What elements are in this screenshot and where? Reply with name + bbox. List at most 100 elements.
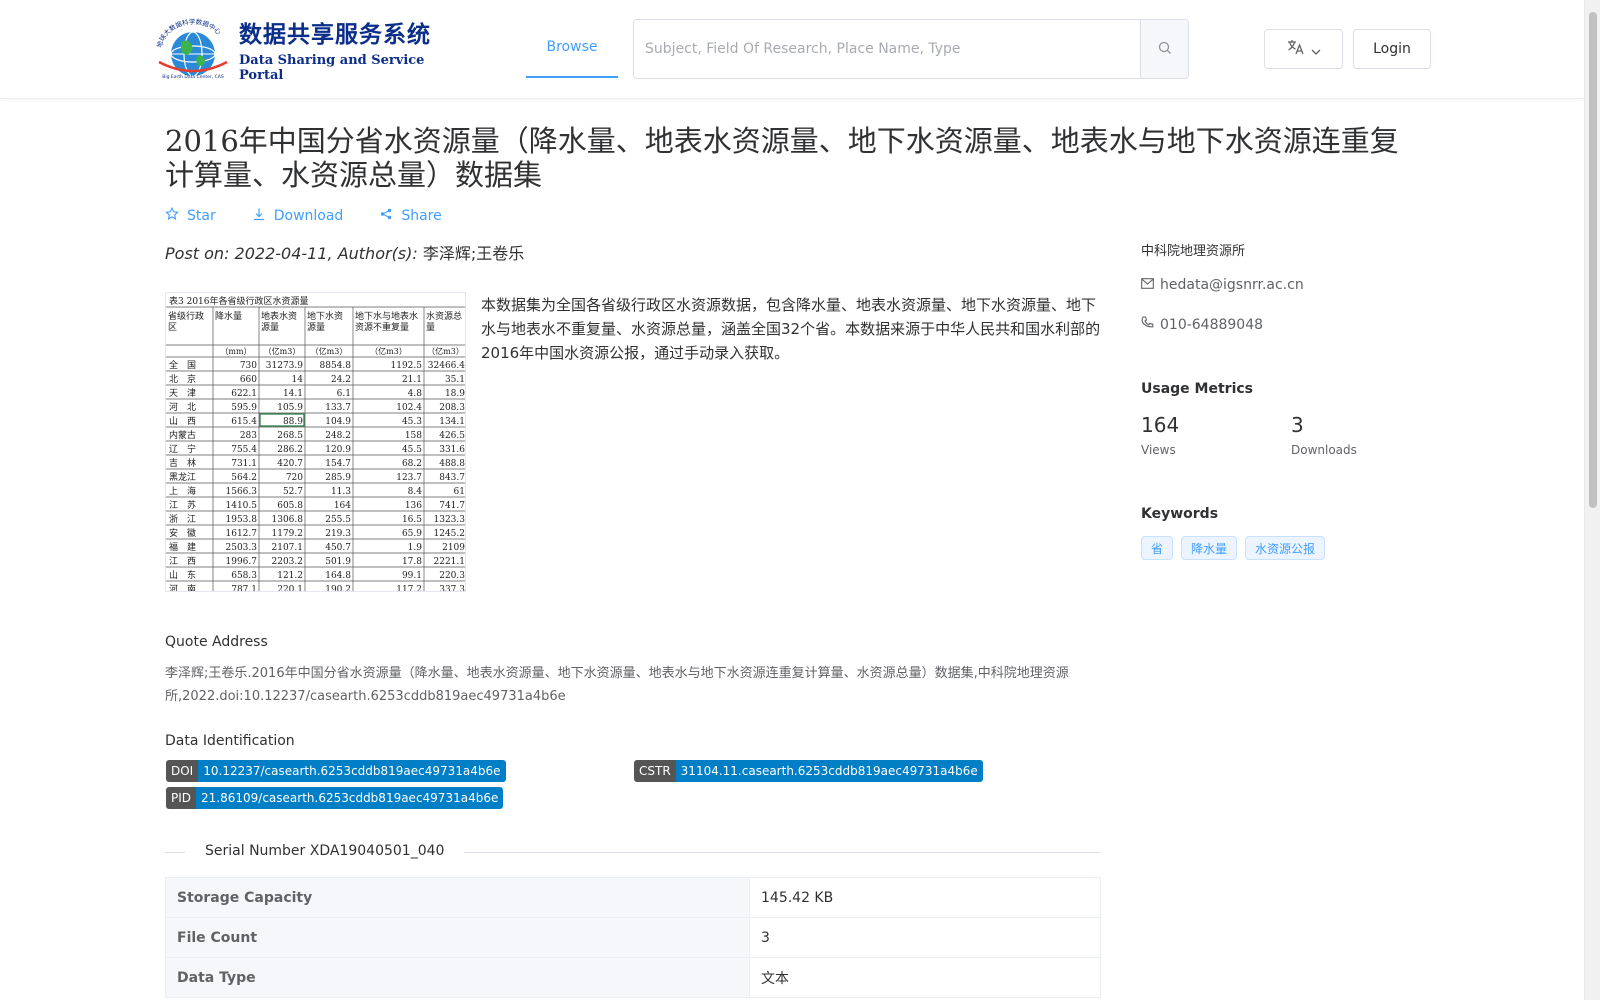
page-scrollbar[interactable] (1584, 0, 1600, 1000)
views-metric: 164 Views (1141, 413, 1179, 457)
doi-badge[interactable]: DOI 10.12237/casearth.6253cddb819aec4973… (166, 760, 506, 782)
language-switch-button[interactable] (1264, 29, 1343, 69)
thumbnail-cell: 14.1 (283, 389, 303, 399)
star-icon (165, 206, 179, 225)
property-key: Storage Capacity (165, 877, 750, 918)
logo-title-cn: 数据共享服务系统 (239, 21, 431, 48)
thumbnail-cell: 16.5 (402, 515, 422, 525)
keyword-tag[interactable]: 水资源公报 (1245, 536, 1326, 560)
organization-name: 中科院地理资源所 (1141, 244, 1246, 259)
thumbnail-cell: 208.3 (439, 403, 465, 413)
star-button[interactable]: Star (165, 206, 216, 226)
dataset-thumbnail[interactable]: 表3 2016年各省级行政区水资源量 省级行政区降水量 地表水资 源量 地下水资 源量 地下… (165, 292, 466, 592)
thumbnail-cell: 595.9 (231, 403, 257, 413)
thumbnail-cell: 6.1 (337, 389, 351, 399)
thumbnail-cell: 219.3 (325, 529, 351, 539)
thumbnail-unit: （亿m3） (264, 346, 301, 356)
thumbnail-cell: 755.4 (231, 445, 257, 455)
thumbnail-cell: 133.7 (325, 403, 351, 413)
thumbnail-cell: 北 京 (169, 373, 196, 385)
keyword-list: 省 降水量 水资源公报 (1141, 536, 1326, 560)
search-button[interactable] (1140, 20, 1188, 78)
download-label: Download (273, 208, 344, 224)
thumbnail-header: 降水量 (215, 310, 242, 322)
share-label: Share (401, 208, 442, 224)
thumbnail-cell: 52.7 (283, 487, 303, 497)
thumbnail-cell: 18.9 (445, 389, 465, 399)
nav-browse-tab[interactable]: Browse (526, 18, 618, 78)
search-icon (1158, 40, 1172, 59)
thumbnail-cell: 31273.9 (266, 361, 303, 371)
thumbnail-cell: 1306.8 (272, 515, 304, 525)
translate-icon (1287, 39, 1305, 59)
table-row: File Count 3 (165, 917, 1101, 958)
property-value: 145.42 KB (749, 877, 1101, 918)
keyword-tag[interactable]: 降水量 (1181, 536, 1238, 560)
thumbnail-cell: 164 (334, 501, 351, 511)
thumbnail-cell: 黑龙江 (169, 471, 196, 483)
thumbnail-cell: 660 (240, 375, 257, 385)
keyword-tag[interactable]: 省 (1141, 536, 1174, 560)
authors: 李泽辉;王卷乐 (422, 244, 525, 263)
thumbnail-header: 地下水资 (307, 310, 343, 322)
cstr-key: CSTR (634, 760, 676, 782)
thumbnail-cell: 1179.2 (272, 529, 304, 539)
pid-badge[interactable]: PID 21.86109/casearth.6253cddb819aec4973… (166, 787, 504, 809)
thumbnail-cell: 天 津 (169, 388, 196, 399)
thumbnail-cell: 山 西 (169, 416, 196, 427)
logo-title-en: Data Sharing and Service Portal (239, 53, 425, 83)
login-button[interactable]: Login (1353, 29, 1431, 69)
keywords-title: Keywords (1141, 506, 1219, 522)
thumbnail-cell: 24.2 (331, 375, 351, 385)
doi-value: 10.12237/casearth.6253cddb819aec49731a4b… (198, 760, 506, 782)
cstr-badge[interactable]: CSTR 31104.11.casearth.6253cddb819aec497… (634, 760, 983, 782)
thumbnail-cell: 1953.8 (226, 515, 258, 525)
thumbnail-header: 资源不重复量 (355, 321, 409, 333)
thumbnail-cell: 731.1 (231, 459, 257, 469)
share-button[interactable]: Share (379, 206, 442, 226)
thumbnail-cell: 1996.7 (226, 557, 258, 567)
thumbnail-cell: 283 (240, 431, 257, 441)
serial-number: Serial Number XDA19040501_040 (185, 843, 465, 859)
download-icon (252, 207, 266, 225)
usage-metrics-title: Usage Metrics (1141, 381, 1253, 397)
thumbnail-cell: 501.9 (325, 557, 351, 567)
contact-phone: 010-64889048 (1141, 316, 1263, 333)
thumbnail-cell: 658.3 (231, 571, 257, 581)
thumbnail-cell: 720 (286, 473, 303, 483)
thumbnail-cell: 164.8 (325, 571, 351, 581)
thumbnail-header: 源量 (307, 322, 325, 333)
views-label: Views (1141, 443, 1176, 457)
thumbnail-cell: 190.2 (325, 585, 351, 592)
download-button[interactable]: Download (252, 206, 344, 226)
pid-key: PID (166, 787, 197, 809)
thumbnail-cell: 286.2 (277, 445, 303, 455)
thumbnail-cell: 123.7 (396, 473, 422, 483)
thumbnail-cell: 1245.2 (434, 529, 466, 539)
downloads-metric: 3 Downloads (1291, 413, 1357, 457)
portal-logo[interactable]: 地球大数据科学数据中心 Big Earth Data Center, CAS 数… (153, 17, 438, 83)
thumbnail-cell: 843.7 (439, 473, 465, 483)
property-value: 3 (749, 917, 1101, 958)
thumbnail-cell: 吉 林 (169, 457, 196, 469)
mail-icon (1141, 277, 1154, 293)
thumbnail-cell: 21.1 (402, 375, 422, 385)
thumbnail-cell: 787.1 (231, 585, 257, 592)
thumbnail-unit: （亿m3） (370, 346, 407, 356)
phone-icon (1141, 316, 1154, 333)
thumbnail-cell: 17.8 (402, 557, 422, 567)
data-identification-label: Data Identification (165, 733, 295, 749)
thumbnail-cell: 564.2 (231, 473, 257, 483)
thumbnail-cell: 1612.7 (226, 529, 258, 539)
thumbnail-cell: 45.5 (402, 445, 422, 455)
thumbnail-cell: 158 (405, 431, 422, 441)
thumbnail-cell: 35.1 (445, 375, 465, 385)
thumbnail-header: 区 (168, 322, 177, 333)
thumbnail-cell: 2109 (442, 543, 465, 553)
contact-email[interactable]: hedata@igsnrr.ac.cn (1141, 277, 1304, 293)
scrollbar-thumb[interactable] (1589, 12, 1597, 508)
thumbnail-cell: 2221.1 (434, 557, 466, 567)
thumbnail-cell: 134.1 (439, 417, 465, 427)
cstr-value: 31104.11.casearth.6253cddb819aec49731a4b… (675, 760, 983, 782)
search-input[interactable] (634, 20, 1140, 78)
